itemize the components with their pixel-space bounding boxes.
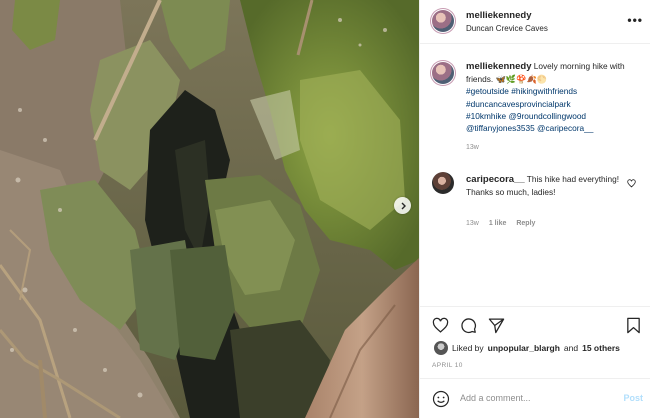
- caption-emojis: 🦋🌿🍄🍂🌕: [495, 74, 548, 85]
- liker-avatar[interactable]: [434, 341, 448, 355]
- hashtag-link[interactable]: #hikingwithfriends: [511, 86, 577, 96]
- caption-avatar[interactable]: [432, 62, 454, 84]
- bookmark-icon[interactable]: [626, 317, 641, 334]
- hashtag-link[interactable]: #getoutside: [466, 86, 509, 96]
- caption-username[interactable]: melliekennedy: [466, 61, 531, 72]
- liked-by-prefix: Liked by: [452, 343, 484, 353]
- liked-by-joiner: and: [563, 343, 579, 353]
- comment-username[interactable]: caripecora__: [466, 174, 525, 185]
- caption-timestamp[interactable]: 13w: [466, 142, 644, 154]
- smiley-icon[interactable]: [432, 390, 450, 408]
- commenter-avatar[interactable]: [432, 172, 454, 194]
- add-comment-bar: Post: [420, 378, 650, 420]
- liked-by-user[interactable]: unpopular_blargh: [488, 343, 560, 353]
- author-username[interactable]: melliekennedy: [466, 10, 548, 21]
- add-comment-input[interactable]: [460, 393, 610, 403]
- comment-likes-count[interactable]: 1 like: [489, 220, 507, 227]
- mention-link[interactable]: @caripecora__: [537, 123, 593, 133]
- post-photo[interactable]: [0, 0, 419, 418]
- post-comment-button[interactable]: Post: [623, 393, 643, 403]
- comment-item: caripecora__ This hike had everything! T…: [466, 173, 626, 198]
- instagram-post: melliekennedy Duncan Crevice Caves ••• m…: [0, 0, 650, 420]
- hashtag-link[interactable]: #10kmhike: [466, 111, 506, 121]
- author-avatar[interactable]: [432, 10, 454, 32]
- post-caption: melliekennedy Lovely morning hike with f…: [466, 60, 644, 154]
- mention-link[interactable]: @tiffanyjones3535: [466, 123, 535, 133]
- chevron-right-icon: [401, 202, 406, 209]
- hashtag-link[interactable]: #duncancavesprovincialpark: [466, 99, 571, 109]
- author-block: melliekennedy Duncan Crevice Caves: [466, 10, 548, 33]
- comment-like-icon[interactable]: [627, 179, 636, 188]
- post-header: melliekennedy Duncan Crevice Caves •••: [420, 0, 650, 44]
- post-location[interactable]: Duncan Crevice Caves: [466, 24, 548, 33]
- post-side-panel: melliekennedy Duncan Crevice Caves ••• m…: [419, 0, 650, 420]
- heart-icon[interactable]: [432, 317, 449, 334]
- more-options-icon[interactable]: •••: [627, 13, 643, 27]
- paper-plane-icon[interactable]: [488, 317, 505, 334]
- comment-timestamp[interactable]: 13w: [466, 220, 479, 227]
- comment-icon[interactable]: [460, 317, 477, 334]
- liked-by-others[interactable]: 15 others: [582, 343, 620, 353]
- liked-by-line: Liked by unpopular_blargh and 15 others: [434, 341, 620, 355]
- post-date[interactable]: APRIL 10: [432, 362, 463, 369]
- cave-crevice-image: [0, 0, 419, 418]
- comment-reply-button[interactable]: Reply: [516, 220, 535, 227]
- comment-meta: 13w 1 like Reply: [466, 220, 535, 227]
- mention-link[interactable]: @9roundcollingwood: [508, 111, 586, 121]
- carousel-next-button[interactable]: [394, 197, 411, 214]
